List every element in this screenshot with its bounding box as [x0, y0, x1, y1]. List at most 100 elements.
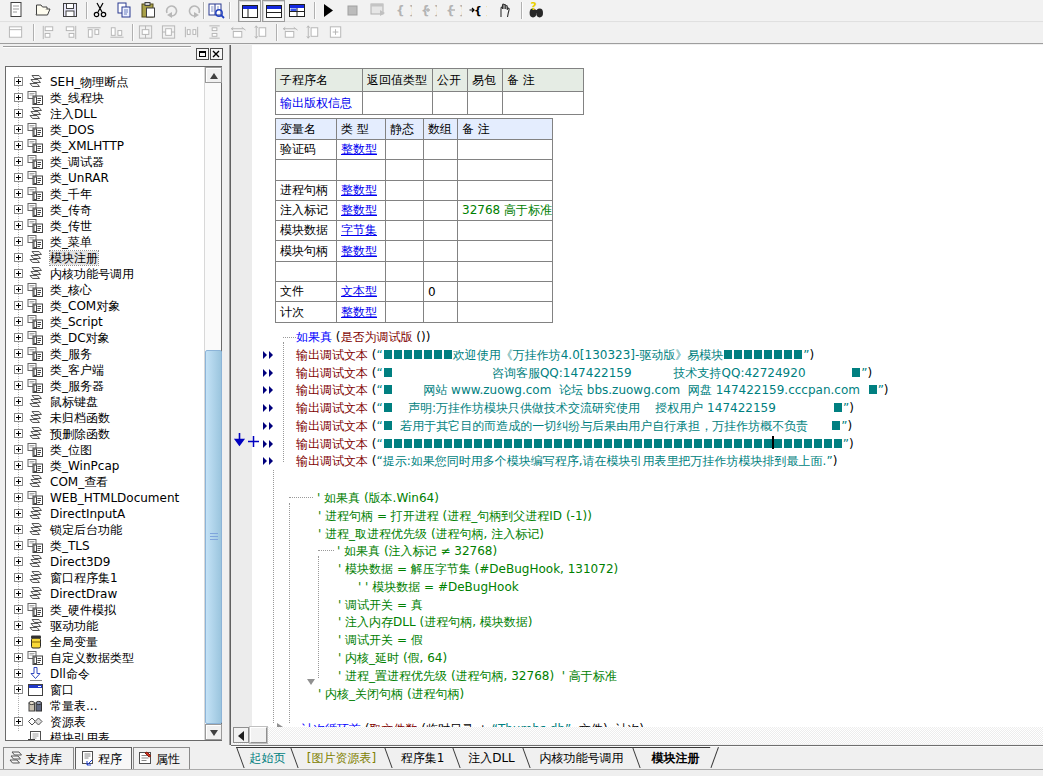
code-line-19[interactable]: ' 内核_关闭句柄 (进程句柄) [318, 687, 464, 701]
expand-plus-icon[interactable] [14, 141, 23, 150]
expand-plus-icon[interactable] [14, 509, 23, 518]
expand-plus-icon[interactable] [14, 605, 23, 614]
table-cell[interactable] [386, 261, 424, 281]
tree-item-全局变量[interactable]: 全局变量 [6, 634, 204, 650]
table-cell[interactable]: 验证码 [276, 140, 337, 160]
table-row[interactable]: 模块句柄整数型 [276, 241, 553, 261]
doc-tab-label[interactable]: 程序集1 [389, 748, 456, 768]
expand-plus-icon[interactable] [14, 397, 23, 406]
table-cell[interactable] [458, 282, 553, 302]
tree-item-label[interactable]: 类_客户端 [50, 363, 104, 377]
table-row[interactable]: 计次整数型 [276, 302, 553, 322]
tree-item-类_服务[interactable]: 类_服务 [6, 346, 204, 362]
tree-item-label[interactable]: 类_硬件模拟 [50, 603, 116, 617]
doc-tab-label[interactable]: 内核功能号调用 [527, 748, 636, 768]
tree-item-label[interactable]: 类_DC对象 [50, 331, 110, 345]
tree-item-label[interactable]: 常量表... [50, 699, 97, 713]
tree-item-类_硬件模拟[interactable]: 类_硬件模拟 [6, 602, 204, 618]
left-tab-program[interactable]: 程序 [75, 747, 132, 769]
table-cell[interactable]: 整数型 [337, 241, 386, 261]
table-cell[interactable]: 模块句柄 [276, 241, 337, 261]
panel-drag-handle[interactable] [3, 46, 191, 48]
expand-plus-icon[interactable] [14, 429, 23, 438]
tree-item-label[interactable]: 类_XMLHTTP [50, 139, 124, 153]
tree-item-label[interactable]: 驱动功能 [50, 619, 98, 633]
table-cell[interactable] [424, 200, 458, 220]
table-row[interactable]: 进程句柄整数型 [276, 180, 553, 200]
doc-tab-模块注册[interactable]: 模块注册 [632, 747, 718, 768]
tree-item-自定义数据类型[interactable]: 自定义数据类型 [6, 650, 204, 666]
expand-plus-icon[interactable] [14, 541, 23, 550]
tree-item-鼠标键盘[interactable]: 鼠标键盘 [6, 394, 204, 410]
tree-item-label[interactable]: 类_菜单 [50, 235, 92, 249]
table-cell[interactable] [503, 92, 584, 115]
copy-icon[interactable] [115, 1, 137, 21]
tree-item-注入DLL[interactable]: 注入DLL [6, 106, 204, 122]
table-cell[interactable]: 整数型 [337, 200, 386, 220]
open-file-icon[interactable] [34, 1, 56, 21]
variable-table[interactable]: 变量名类 型静态数组备 注验证码整数型进程句柄整数型注入标记整数型32768 高… [275, 118, 553, 323]
expand-plus-icon[interactable] [14, 445, 23, 454]
tree-item-类_XMLHTTP[interactable]: 类_XMLHTTP [6, 138, 204, 154]
code-line-9[interactable]: ' 进程句柄 = 打开进程 (进程_句柄到父进程ID (-1)) [318, 509, 592, 523]
tree-item-锁定后台功能[interactable]: 锁定后台功能 [6, 522, 204, 538]
tree-item-label[interactable]: 预删除函数 [50, 427, 110, 441]
tree-item-label[interactable]: 类_传世 [50, 219, 92, 233]
tree-item-类_菜单[interactable]: 类_菜单 [6, 234, 204, 250]
tree-item-label[interactable]: 鼠标键盘 [50, 395, 98, 409]
expand-plus-icon[interactable] [14, 317, 23, 326]
tree-item-类_服务器[interactable]: 类_服务器 [6, 378, 204, 394]
table-cell[interactable] [424, 241, 458, 261]
tree-item-label[interactable]: 类_调试器 [50, 155, 104, 169]
expand-plus-icon[interactable] [14, 477, 23, 486]
tree-item-label[interactable]: 类_TLS [50, 539, 90, 553]
tree-item-类_线程块[interactable]: 类_线程块 [6, 90, 204, 106]
expand-plus-icon[interactable] [14, 285, 23, 294]
expand-plus-icon[interactable] [14, 157, 23, 166]
expand-plus-icon[interactable] [14, 685, 23, 694]
tree-item-DirectDraw[interactable]: DirectDraw [6, 586, 204, 602]
code-line-1[interactable]: 输出调试文本 (“欢迎使用《万挂作坊4.0[130323]-驱动版》易模块”) [296, 348, 814, 362]
expand-plus-icon[interactable] [14, 637, 23, 646]
table-cell[interactable] [386, 180, 424, 200]
expand-plus-icon[interactable] [14, 557, 23, 566]
left-tab-properties[interactable]: 属性 [133, 747, 190, 769]
tree-item-label[interactable]: 注入DLL [50, 107, 97, 121]
table-cell[interactable] [458, 140, 553, 160]
tree-item-类_Script[interactable]: 类_Script [6, 314, 204, 330]
expand-plus-icon[interactable] [14, 525, 23, 534]
expand-plus-icon[interactable] [14, 621, 23, 630]
doc-tab-图片资源表[interactable]: [图片资源表] [290, 747, 392, 768]
code-line-13[interactable]: ' ' 模块数据 = #DeBugHook [358, 580, 519, 594]
tree-item-label[interactable]: 资源表 [50, 715, 86, 729]
expand-plus-icon[interactable] [14, 93, 23, 102]
tree-item-label[interactable]: WEB_HTMLDocument [50, 491, 179, 505]
help-search-icon[interactable]: ? [527, 1, 549, 21]
table-row[interactable] [276, 160, 553, 180]
code-line-8[interactable]: ' 如果真 (版本.Win64) [317, 491, 439, 505]
tree-item-窗口[interactable]: 窗口 [6, 682, 204, 698]
tree-item-类_COM对象[interactable]: 类_COM对象 [6, 298, 204, 314]
editor-hscroll-left-button[interactable] [233, 727, 249, 743]
cut-icon[interactable] [91, 1, 113, 21]
tree-item-类_UnRAR[interactable]: 类_UnRAR [6, 170, 204, 186]
code-editor[interactable]: 如果真 (是否为调试版 ())输出调试文本 (“欢迎使用《万挂作坊4.0[130… [231, 45, 1043, 727]
tree-item-COM_查看[interactable]: COM_查看 [6, 474, 204, 490]
tree-item-常量表...[interactable]: 常量表... [6, 698, 204, 714]
tree-item-label[interactable]: 窗口 [50, 683, 74, 697]
tree-item-资源表[interactable]: 资源表 [6, 714, 204, 730]
expand-plus-icon[interactable] [14, 573, 23, 582]
tree-item-Dll命令[interactable]: Dll命令 [6, 666, 204, 682]
tree-item-类_TLS[interactable]: 类_TLS [6, 538, 204, 554]
tree-item-label[interactable]: 类_传奇 [50, 203, 92, 217]
new-file-icon[interactable] [7, 1, 29, 21]
table-cell[interactable] [458, 160, 553, 180]
expand-plus-icon[interactable] [14, 589, 23, 598]
table-cell[interactable]: 文件 [276, 282, 337, 302]
table-cell[interactable] [424, 221, 458, 241]
tree-item-类_客户端[interactable]: 类_客户端 [6, 362, 204, 378]
expand-plus-icon[interactable] [14, 333, 23, 342]
table-cell[interactable] [337, 261, 386, 281]
code-line-3[interactable]: 输出调试文本 (“ 网站 www.zuowg.com 论坛 bbs.zuowg.… [296, 383, 889, 397]
expand-plus-icon[interactable] [14, 253, 23, 262]
